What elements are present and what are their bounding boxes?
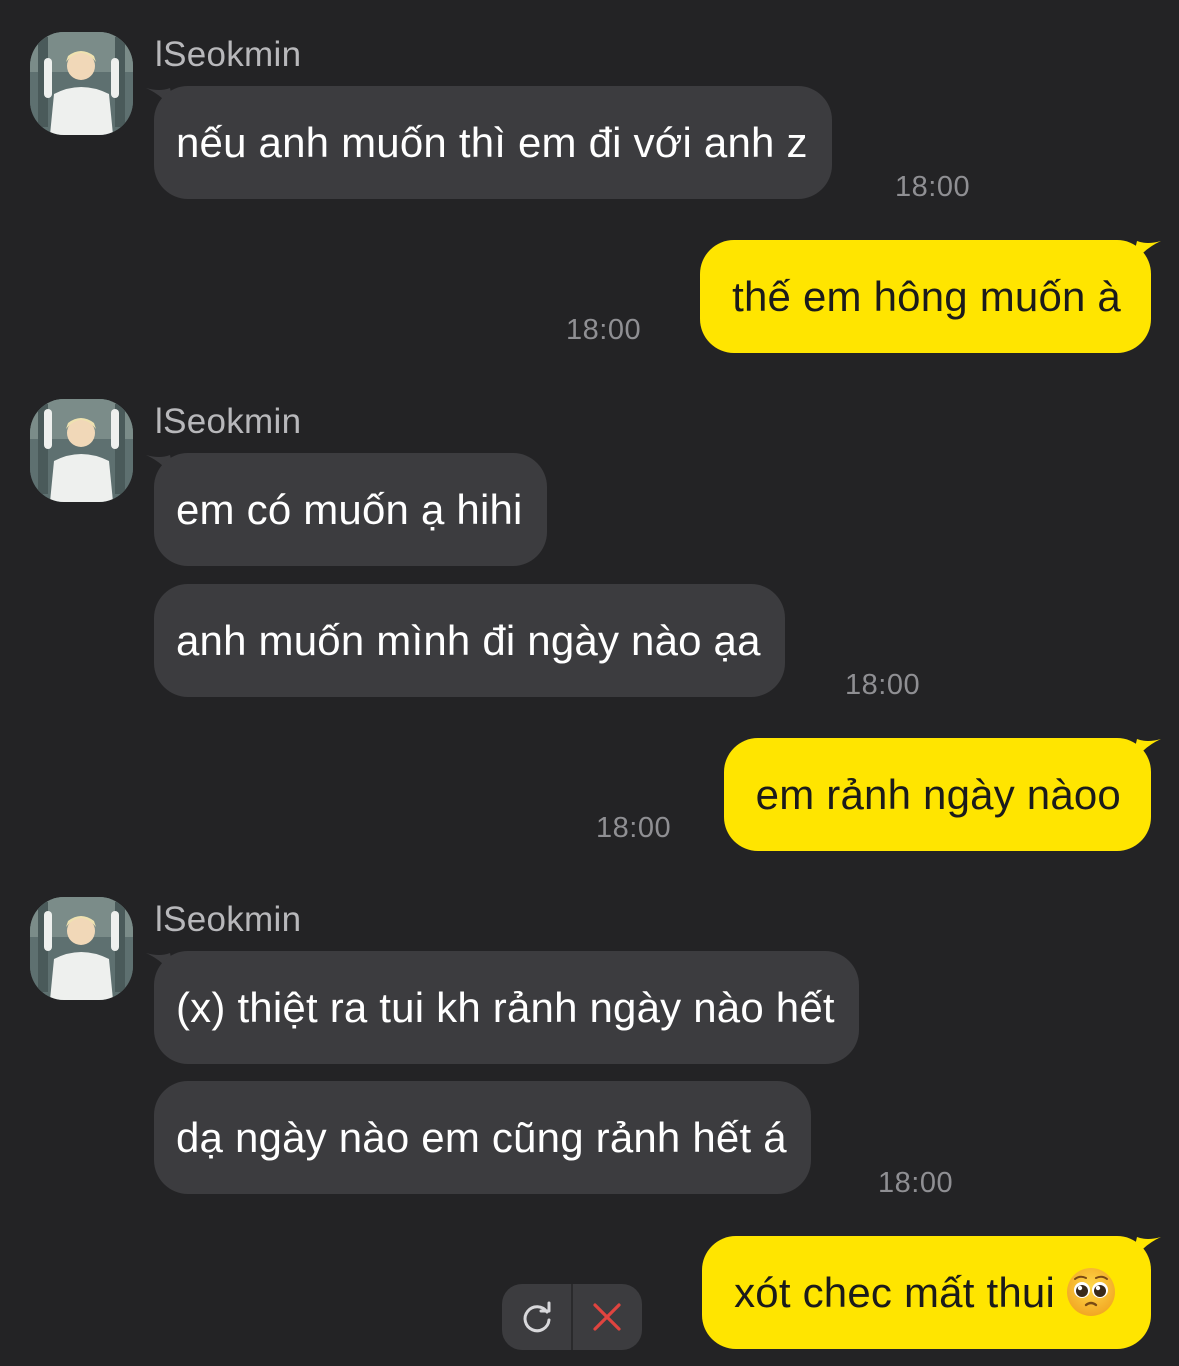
failed-message-actions	[502, 1284, 642, 1350]
message-time: 18:00	[596, 812, 672, 844]
avatar[interactable]	[30, 897, 133, 1000]
retry-icon	[523, 1301, 550, 1333]
retry-button[interactable]	[502, 1284, 571, 1350]
message-bubble-outgoing[interactable]: thế em hông muốn à	[700, 240, 1151, 353]
avatar-photo-icon	[30, 399, 133, 502]
message-time: 18:00	[566, 314, 642, 346]
message-text: xót chec mất thui	[734, 1269, 1055, 1316]
chat-thread: lSeokmin nếu anh muốn thì em đi với anh …	[0, 0, 1179, 1366]
pleading-face-icon	[1067, 1267, 1115, 1316]
avatar-photo-icon	[30, 32, 133, 135]
sender-name: lSeokmin	[155, 900, 302, 939]
message-bubble-incoming[interactable]: em có muốn ạ hihi	[154, 453, 547, 566]
sender-name: lSeokmin	[155, 35, 302, 74]
message-bubble-incoming[interactable]: anh muốn mình đi ngày nào ạa	[154, 584, 785, 697]
message-bubble-outgoing[interactable]: em rảnh ngày nàoo	[723, 738, 1151, 851]
message-time: 18:00	[878, 1167, 954, 1199]
close-icon	[593, 1303, 622, 1331]
avatar[interactable]	[30, 32, 133, 135]
avatar[interactable]	[30, 399, 133, 502]
message-bubble-incoming[interactable]: nếu anh muốn thì em đi với anh z	[154, 86, 832, 199]
avatar-photo-icon	[30, 897, 133, 1000]
message-bubble-incoming[interactable]: (x) thiệt ra tui kh rảnh ngày nào hết	[154, 951, 859, 1064]
message-bubble-incoming[interactable]: dạ ngày nào em cũng rảnh hết á	[154, 1081, 811, 1194]
message-bubble-outgoing[interactable]: xót chec mất thui	[702, 1236, 1151, 1349]
sender-name: lSeokmin	[155, 402, 302, 441]
cancel-button[interactable]	[573, 1284, 642, 1350]
message-time: 18:00	[845, 669, 921, 701]
message-time: 18:00	[895, 171, 971, 203]
